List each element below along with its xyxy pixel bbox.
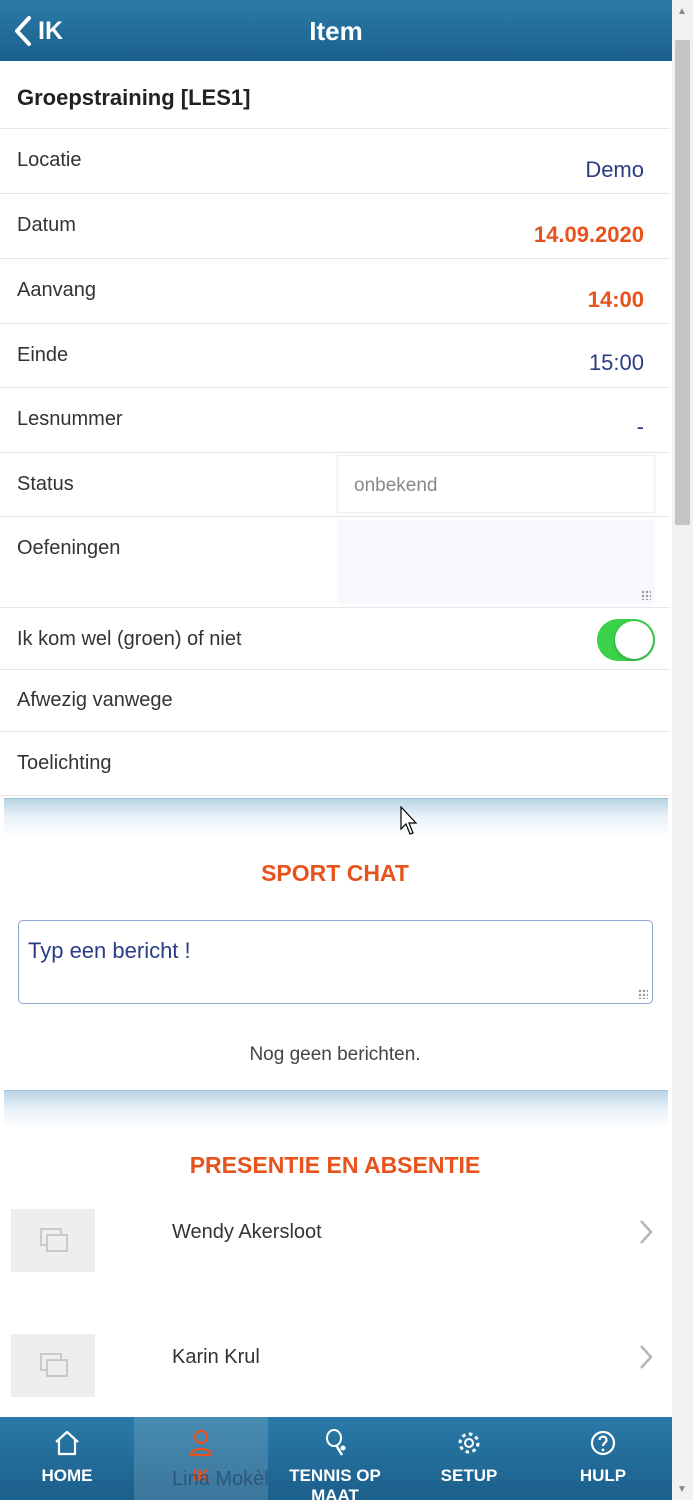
field-toelichting[interactable]: Toelichting [0, 732, 670, 796]
field-lesnummer: Lesnummer - [0, 388, 670, 453]
chevron-right-icon [640, 1345, 653, 1369]
field-value: - [636, 414, 644, 439]
field-einde: Einde 15:00 [0, 324, 670, 388]
scroll-up-arrow[interactable]: ▲ [677, 6, 687, 17]
item-title: Groepstraining [LES1] [17, 85, 251, 110]
person-icon [189, 1429, 213, 1457]
field-locatie: Locatie Demo [0, 129, 670, 194]
chat-empty-text: Nog geen berichten. [249, 1044, 421, 1065]
status-select[interactable]: onbekend [337, 455, 655, 513]
tab-tennis-op-maat[interactable]: TENNIS OP MAAT [268, 1417, 402, 1500]
resize-grip-icon[interactable] [638, 989, 648, 999]
chat-placeholder: Typ een bericht ! [28, 938, 191, 963]
mouse-cursor-icon [400, 806, 418, 835]
field-attendance: Ik kom wel (groen) of niet [0, 608, 670, 670]
tab-label: HULP [579, 1466, 627, 1485]
gear-icon [458, 1432, 480, 1454]
item-title-row: Groepstraining [LES1] [0, 61, 670, 129]
field-label: Status [17, 473, 74, 495]
person-name: Wendy Akersloot [172, 1221, 322, 1243]
toggle-knob [615, 621, 653, 659]
field-label: Aanvang [17, 279, 96, 301]
tab-hulp[interactable]: HULP [536, 1417, 670, 1500]
field-label: Lesnummer [17, 408, 123, 430]
person-name: Karin Krul [172, 1346, 260, 1368]
chat-message-input[interactable]: Typ een bericht ! [18, 920, 653, 1004]
image-placeholder-icon [40, 1228, 68, 1252]
avatar [11, 1209, 95, 1272]
tab-label: HOME [41, 1466, 93, 1485]
oefeningen-textarea[interactable] [337, 520, 655, 604]
bottom-tab-bar: HOME IK TENNIS OP MAAT SETUP HULP Lina M… [0, 1417, 672, 1500]
field-afwezig[interactable]: Afwezig vanwege [0, 670, 670, 732]
chat-section-title: SPORT CHAT [261, 860, 409, 886]
chevron-right-icon [640, 1220, 653, 1244]
field-label: Ik kom wel (groen) of niet [17, 628, 242, 650]
field-label: Datum [17, 214, 76, 236]
tab-label: TENNIS OP MAAT [289, 1466, 381, 1500]
avatar [11, 1334, 95, 1397]
section-divider [4, 798, 668, 838]
field-value: 15:00 [588, 350, 644, 375]
list-item[interactable]: Wendy Akersloot [0, 1209, 670, 1309]
person-name: Lina Mokèl [172, 1468, 269, 1490]
field-value: 14:00 [587, 287, 644, 312]
scrollbar-thumb[interactable] [675, 40, 690, 525]
field-label: Toelichting [17, 752, 112, 774]
help-circle-icon [590, 1430, 616, 1456]
tennis-racket-icon [326, 1429, 346, 1456]
tab-label: SETUP [440, 1466, 498, 1485]
scroll-down-arrow[interactable]: ▼ [677, 1484, 687, 1495]
resize-grip-icon[interactable] [641, 590, 651, 600]
tab-setup[interactable]: SETUP [402, 1417, 536, 1500]
attendance-toggle[interactable] [597, 619, 655, 661]
tab-home[interactable]: HOME [0, 1417, 134, 1500]
image-placeholder-icon [40, 1353, 68, 1377]
app-header: IK Item [0, 0, 672, 61]
field-label: Locatie [17, 149, 82, 171]
field-datum: Datum 14.09.2020 [0, 194, 670, 259]
field-value: Demo [585, 157, 644, 182]
field-label: Afwezig vanwege [17, 689, 173, 711]
field-value: 14.09.2020 [533, 222, 644, 247]
status-value: onbekend [354, 475, 438, 496]
field-label: Einde [17, 344, 69, 366]
field-label: Oefeningen [17, 537, 121, 559]
presence-section-title: PRESENTIE EN ABSENTIE [189, 1152, 481, 1178]
home-icon [55, 1430, 79, 1456]
section-divider [4, 1090, 668, 1130]
field-aanvang: Aanvang 14:00 [0, 259, 670, 324]
page-title: Item [309, 16, 363, 46]
